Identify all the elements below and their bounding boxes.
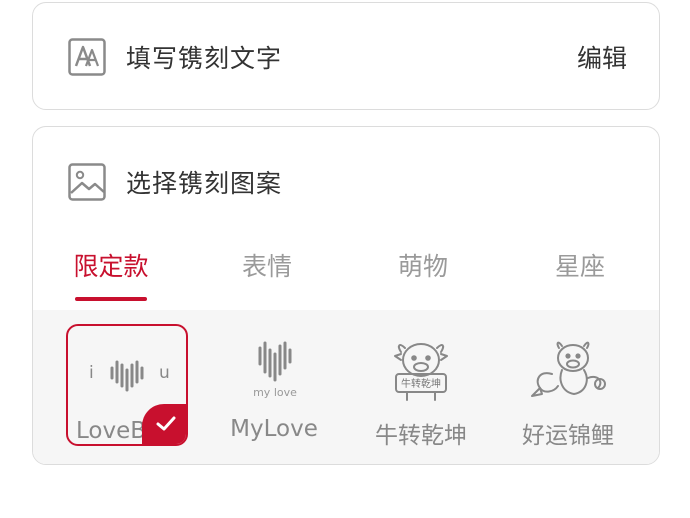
tab-zodiac[interactable]: 星座 [520,247,640,283]
check-icon [156,416,176,431]
pattern-sign-text: 牛转乾坤 [401,377,441,390]
pattern-gallery: i u LoveB my love MyLove 牛转乾坤 牛转乾坤 好运锦鲤 [33,310,659,464]
tab-limited[interactable]: 限定款 [51,247,171,283]
pattern-left-char: i [89,363,94,383]
pattern-item-ox-koi[interactable]: 好运锦鲤 [507,324,629,449]
pattern-label: 好运锦鲤 [522,423,614,449]
tab-cute[interactable]: 萌物 [363,247,483,283]
tab-emoji[interactable]: 表情 [207,247,327,283]
pattern-caption: my love [253,386,297,399]
pattern-label: 牛转乾坤 [375,423,467,449]
mylove-soundwave-icon: my love [253,341,297,399]
love-soundwave-icon: i u [89,360,170,392]
pattern-item-loveb[interactable]: i u LoveB [66,324,188,446]
engrave-pattern-title: 选择镌刻图案 [126,169,283,198]
pattern-item-mylove[interactable]: my love MyLove [213,324,335,446]
pattern-label: LoveB [76,418,147,444]
engrave-text-card: 填写镌刻文字 编辑 [32,2,660,110]
engrave-pattern-header: 选择镌刻图案 [33,149,659,215]
engrave-pattern-card: 选择镌刻图案 限定款 表情 萌物 星座 i u LoveB my love My… [32,126,660,465]
pattern-item-ox-sign[interactable]: 牛转乾坤 牛转乾坤 [360,324,482,449]
text-font-icon [68,38,106,76]
image-icon [68,163,106,201]
pattern-label: MyLove [230,416,318,442]
selected-badge [142,404,186,444]
engrave-text-row[interactable]: 填写镌刻文字 编辑 [33,25,659,89]
active-tab-underline [75,297,147,301]
pattern-right-char: u [159,363,170,383]
engrave-text-title: 填写镌刻文字 [126,44,283,73]
edit-button[interactable]: 编辑 [577,39,627,75]
ox-koi-icon [531,341,606,397]
ox-sign-icon: 牛转乾坤 [394,343,448,401]
